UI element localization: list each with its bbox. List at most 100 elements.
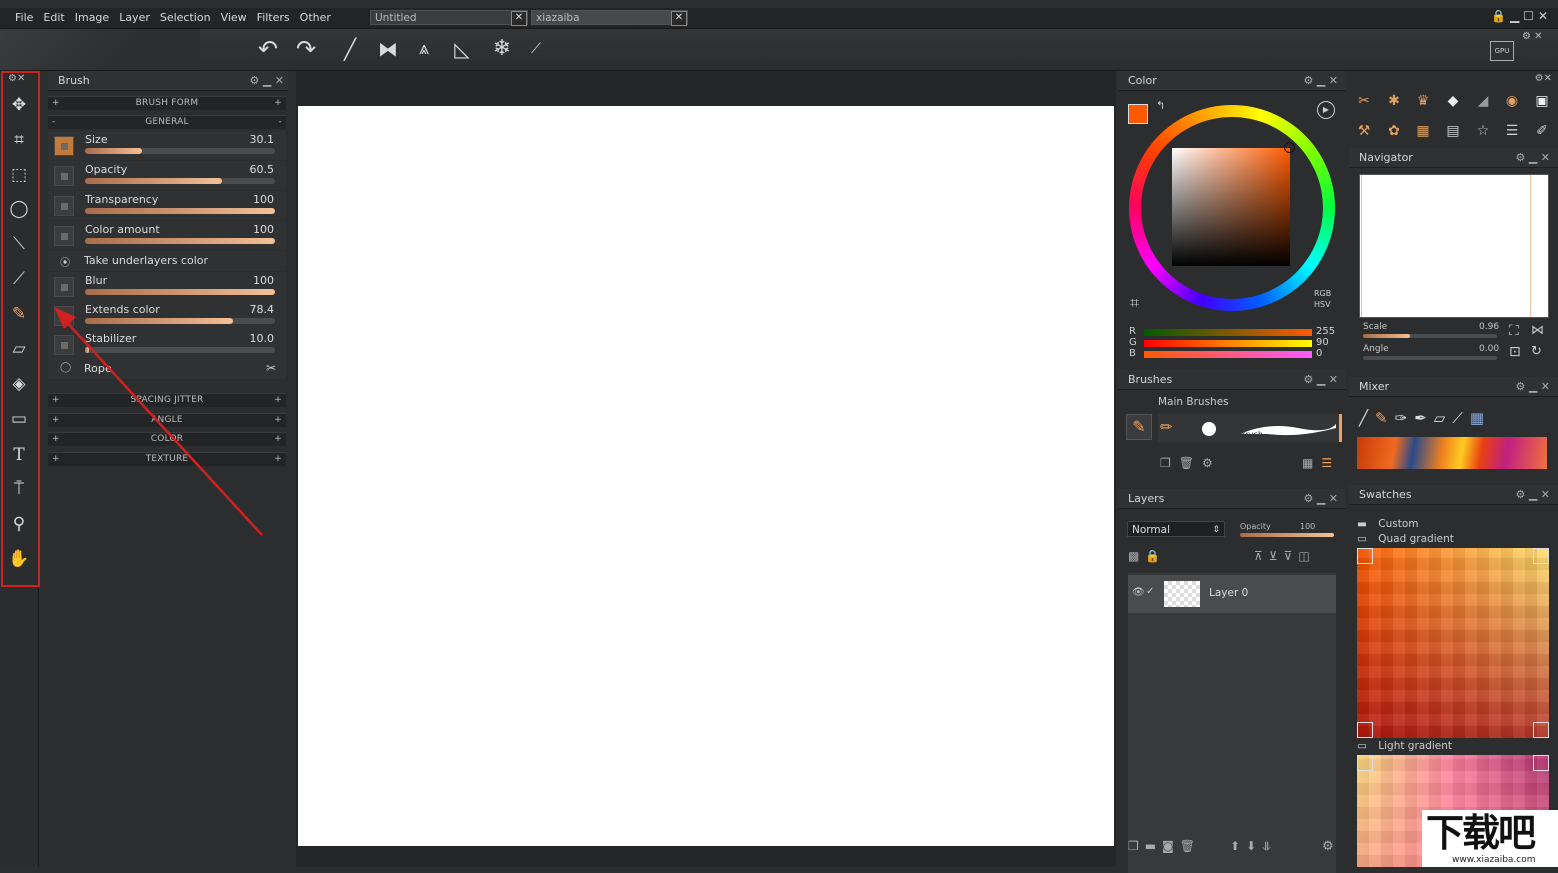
brush-category-icon[interactable]: ✎ bbox=[1126, 414, 1152, 440]
toggle-checkbox[interactable] bbox=[54, 196, 74, 216]
crown-icon[interactable]: ♛ bbox=[1412, 93, 1434, 109]
gradient-panel-icon[interactable]: ◢ bbox=[1472, 93, 1494, 109]
notes-icon[interactable]: ▤ bbox=[1442, 123, 1464, 139]
toggle-checkbox[interactable] bbox=[54, 226, 74, 246]
mixer-blend-icon[interactable]: ✑ bbox=[1395, 409, 1415, 427]
grid-view-icon[interactable]: ▦ bbox=[1302, 456, 1321, 470]
mixer-palette-icon[interactable]: ▦ bbox=[1470, 409, 1491, 427]
align-top-icon[interactable]: ⊼ bbox=[1254, 549, 1269, 563]
brush-settings-icon[interactable]: ✱ bbox=[1383, 93, 1405, 109]
close-icon[interactable]: ✕ bbox=[1329, 492, 1338, 505]
scale-slider[interactable] bbox=[1363, 334, 1497, 338]
gear-icon[interactable]: ⚙ bbox=[249, 74, 259, 87]
new-brush-icon[interactable]: ❐ bbox=[1160, 456, 1179, 470]
drawing-canvas[interactable] bbox=[298, 106, 1114, 846]
mixer-brush-icon[interactable]: ╱ bbox=[1359, 409, 1375, 427]
undo-icon[interactable]: ↶ bbox=[254, 35, 282, 63]
close-icon[interactable]: ✕ bbox=[1541, 151, 1550, 164]
blend-mode-select[interactable]: Normal ⇕ bbox=[1127, 521, 1225, 537]
delete-icon[interactable]: 🗑 bbox=[1180, 839, 1201, 853]
gear-icon[interactable]: ⚙ bbox=[1515, 380, 1525, 393]
primary-color-swatch[interactable] bbox=[1128, 104, 1148, 124]
symmetry-icon[interactable]: ⧓ bbox=[374, 35, 402, 63]
gear-icon[interactable]: ⚙ bbox=[1535, 73, 1544, 84]
minimize-icon[interactable]: ▁ bbox=[1317, 492, 1325, 505]
menu-file[interactable]: File bbox=[10, 8, 38, 28]
hsv-toggle[interactable]: HSV bbox=[1314, 300, 1331, 309]
param-slider[interactable] bbox=[85, 238, 275, 244]
channel-r[interactable]: R 255 bbox=[1128, 326, 1342, 338]
mixer-canvas[interactable] bbox=[1357, 437, 1547, 469]
close-icon[interactable]: ✕ bbox=[1329, 373, 1338, 386]
delete-icon[interactable]: 🗑 bbox=[1179, 456, 1202, 470]
brush-mode-icon[interactable]: ╱ bbox=[336, 35, 364, 63]
param-slider[interactable] bbox=[85, 208, 275, 214]
param-slider[interactable] bbox=[85, 148, 275, 154]
radio-icon[interactable]: ⦿ bbox=[60, 254, 70, 269]
visibility-icon[interactable]: 👁 bbox=[1132, 587, 1145, 598]
swap-colors-icon[interactable]: ↰ bbox=[1156, 99, 1165, 112]
menu-layer[interactable]: Layer bbox=[114, 8, 155, 28]
mixer-paint-icon[interactable]: ✎ bbox=[1375, 409, 1395, 427]
folder-icon[interactable]: ▬ bbox=[1145, 839, 1162, 853]
palette-icon[interactable]: ✿ bbox=[1383, 123, 1405, 139]
minimize-icon[interactable]: ▁ bbox=[1317, 74, 1325, 87]
pen-icon[interactable]: ⟋ bbox=[522, 35, 550, 63]
swatch-group-light[interactable]: ▭ Light gradient bbox=[1357, 740, 1549, 754]
list-icon[interactable]: ☰ bbox=[1501, 123, 1523, 139]
close-icon[interactable]: ✕ bbox=[511, 11, 527, 26]
close-icon[interactable]: ✕ bbox=[1544, 73, 1552, 84]
channel-g[interactable]: G 90 bbox=[1128, 337, 1342, 349]
swatches-grid-icon[interactable]: ▦ bbox=[1412, 123, 1434, 139]
quad-gradient-swatches[interactable] bbox=[1357, 548, 1549, 738]
perspective-icon[interactable]: ⩓ bbox=[410, 35, 438, 63]
saturation-value-square[interactable] bbox=[1172, 148, 1290, 266]
mixer-picker-icon[interactable]: ⟋ bbox=[1452, 409, 1470, 427]
redo-icon[interactable]: ↷ bbox=[292, 35, 320, 63]
move-up-icon[interactable]: ⬆ bbox=[1230, 839, 1246, 853]
gear-icon[interactable]: ⚙ bbox=[1322, 839, 1334, 854]
angle-slider[interactable] bbox=[1363, 356, 1497, 360]
minimize-icon[interactable]: ▁ bbox=[1510, 9, 1523, 23]
minimize-icon[interactable]: ▁ bbox=[1317, 373, 1325, 386]
param-transparency[interactable]: Transparency 100 bbox=[48, 191, 286, 220]
navigator-preview[interactable] bbox=[1359, 174, 1549, 318]
section-brush-form[interactable]: + BRUSH FORM + bbox=[48, 96, 286, 110]
align-center-icon[interactable]: ⊻ bbox=[1269, 549, 1284, 563]
mixer-knife-icon[interactable]: ✒ bbox=[1414, 409, 1434, 427]
close-icon[interactable]: ✕ bbox=[275, 74, 284, 87]
tab-xiazaiba[interactable]: xiazaiba ✕ bbox=[531, 10, 688, 26]
flip-icon[interactable]: ⋈ bbox=[1531, 323, 1544, 338]
pressure-icon[interactable] bbox=[54, 136, 74, 156]
minimize-icon[interactable]: ▁ bbox=[1529, 380, 1537, 393]
swatch-group-custom[interactable]: ▬ Custom bbox=[1357, 518, 1549, 532]
crop-color-icon[interactable]: ⌗ bbox=[1130, 293, 1139, 313]
close-icon[interactable]: ✕ bbox=[1541, 488, 1550, 501]
section-general[interactable]: - GENERAL - bbox=[48, 115, 286, 129]
actual-size-icon[interactable]: ⊡ bbox=[1509, 344, 1521, 360]
minimize-icon[interactable]: ▁ bbox=[263, 74, 271, 87]
close-icon[interactable]: ✕ bbox=[1329, 74, 1338, 87]
merge-icon[interactable]: ⥥ bbox=[1262, 839, 1277, 853]
close-icon[interactable]: ✕ bbox=[1534, 31, 1542, 42]
gear-icon[interactable]: ⚙ bbox=[1202, 456, 1221, 470]
gear-icon[interactable]: ⚙ bbox=[1303, 373, 1313, 386]
image-icon[interactable]: ▣ bbox=[1531, 93, 1553, 109]
menu-view[interactable]: View bbox=[216, 8, 252, 28]
transparency-lock-icon[interactable]: ▩ bbox=[1128, 549, 1145, 563]
rgb-toggle[interactable]: RGB bbox=[1314, 289, 1331, 298]
opacity-slider[interactable] bbox=[1240, 533, 1334, 537]
layer-row[interactable]: 👁 ✓ Layer 0 bbox=[1128, 575, 1336, 613]
channel-slider[interactable] bbox=[1144, 329, 1312, 336]
fit-screen-icon[interactable]: ⛶ bbox=[1509, 323, 1519, 339]
menu-selection[interactable]: Selection bbox=[155, 8, 216, 28]
gear-icon[interactable]: ⚙ bbox=[1303, 492, 1313, 505]
new-layer-icon[interactable]: ❐ bbox=[1128, 839, 1145, 853]
layer-option-icon[interactable]: ◫ bbox=[1298, 549, 1315, 563]
brush-preset-row[interactable]: ✏ Brush bbox=[1158, 414, 1342, 442]
lock-icon[interactable]: 🔒 bbox=[1491, 9, 1510, 23]
mixer-eraser-icon[interactable]: ▱ bbox=[1434, 409, 1453, 427]
tools-icon[interactable]: ✂ bbox=[1353, 93, 1375, 109]
param-color-amount[interactable]: Color amount 100 bbox=[48, 221, 286, 250]
kaleidoscope-icon[interactable]: ❄ bbox=[488, 35, 516, 63]
